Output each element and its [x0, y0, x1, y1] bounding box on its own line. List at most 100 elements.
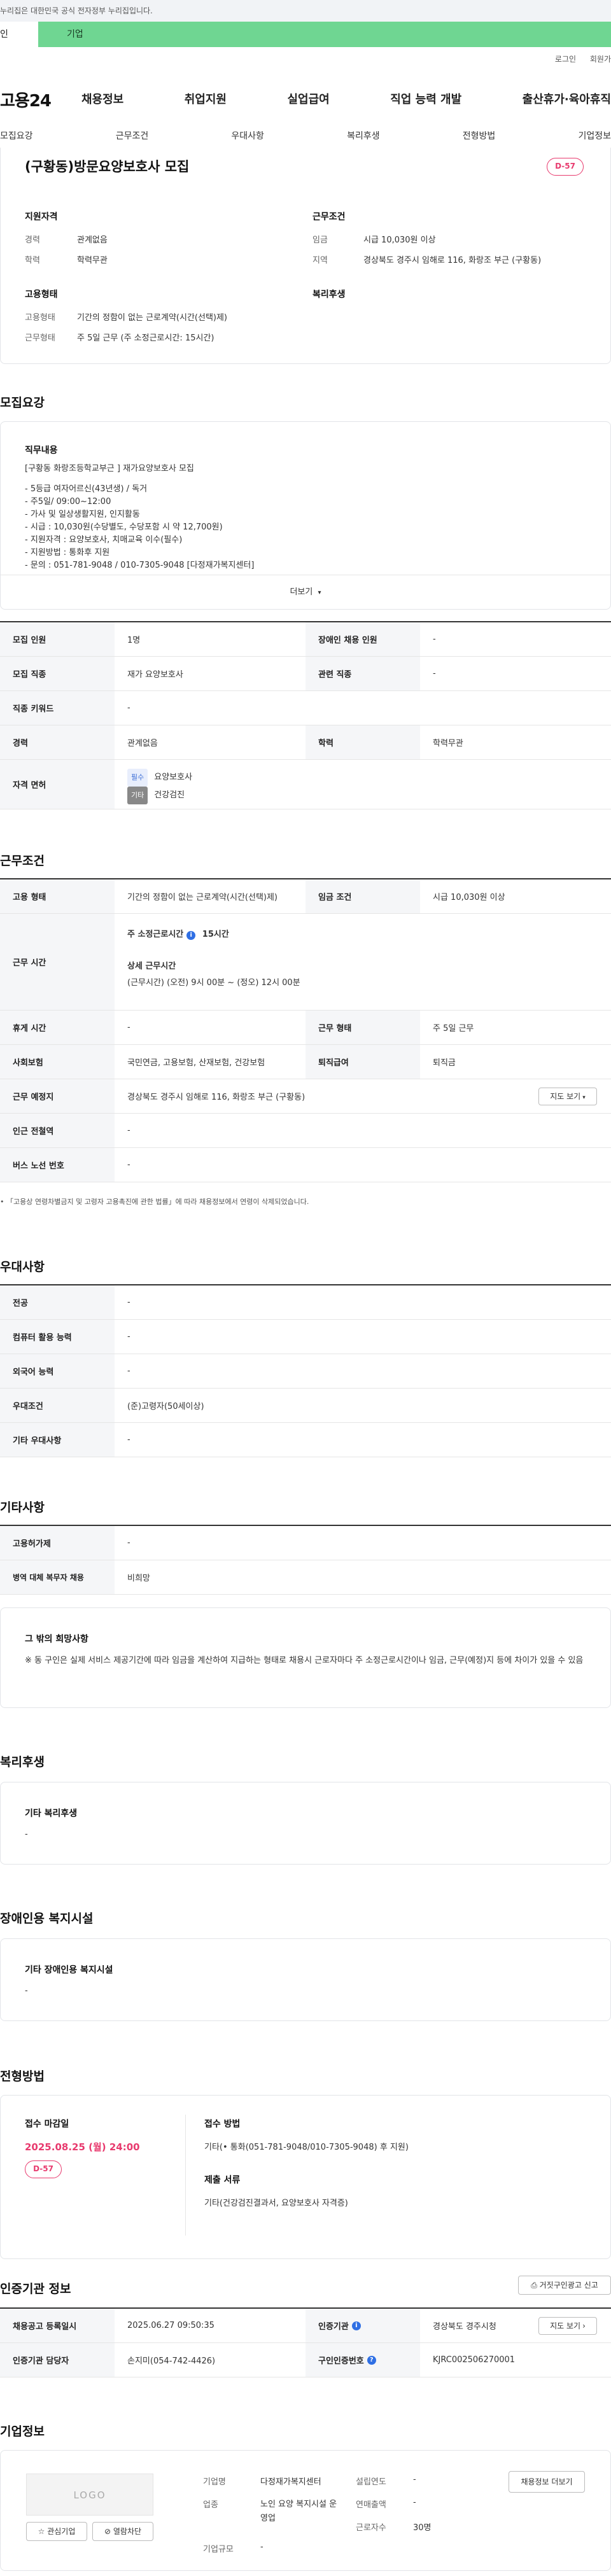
tab-welfare[interactable]: 복리후생: [347, 121, 380, 151]
login-link[interactable]: 로그인: [555, 55, 576, 64]
table-row: 버스 노선 번호 -: [0, 1148, 611, 1182]
computer-value: -: [127, 1332, 130, 1341]
license-list: 필수 요양보호사 기타 건강검진: [127, 769, 192, 804]
employment-type-label: 고용형태: [25, 313, 55, 323]
duty-line: - 5등급 여자어르신(43년생) / 독거: [25, 484, 148, 494]
star-icon: ☆: [38, 2527, 45, 2536]
info-icon[interactable]: ?: [367, 2355, 376, 2365]
major-label: 전공: [0, 1285, 115, 1319]
tab-work-conditions[interactable]: 근무조건: [116, 121, 149, 151]
dday-badge: D-57: [25, 2160, 62, 2178]
duty-heading: 직무내용: [25, 445, 58, 456]
block-company-button[interactable]: ⊘ 열람차단: [92, 2522, 153, 2541]
wish-text: ※ 동 구인은 실제 서비스 제공기간에 따라 임금을 계산하여 지급하는 형태…: [25, 1656, 584, 1665]
bus-value: -: [127, 1160, 130, 1170]
duty-line: - 가사 및 일상생활지원, 인지활동: [25, 510, 140, 519]
selection-divider: [185, 2115, 186, 2236]
more-button[interactable]: 더보기 ▾: [1, 575, 610, 609]
disabled-facility-value: -: [25, 1986, 28, 1996]
tab-selection[interactable]: 전형방법: [463, 121, 496, 151]
sales-value: -: [413, 2498, 416, 2507]
tab-individual[interactable]: 인: [0, 22, 25, 47]
station-label: 인근 전철역: [0, 1114, 115, 1147]
job-type-label: 모집 직종: [0, 657, 115, 690]
duty-text: [구황동 화랑조등학교부근 ] 재가요양보호사 모집 - 5등급 여자어르신(4…: [25, 463, 254, 572]
disabled-count-value: -: [433, 634, 436, 644]
disabled-count-label: 장애인 채용 인원: [306, 622, 420, 656]
favorite-company-button[interactable]: ☆ 관심기업: [26, 2522, 87, 2541]
job-type-value: 재가 요양보호사: [127, 670, 183, 680]
more-label: 더보기: [290, 587, 313, 597]
cert-table: 채용공고 등록일시 2025.06.27 09:50:35 인증기관 i 경상북도…: [0, 2307, 611, 2377]
employment-form-heading: 고용형태: [25, 290, 58, 300]
retirement-label: 퇴직급여: [306, 1045, 420, 1079]
tab-company[interactable]: 기업정보: [578, 121, 611, 151]
employment-type-value: 기간의 정함이 없는 근로계약(시간(선택)제): [127, 893, 278, 902]
pref-condition-label: 우대조건: [0, 1389, 115, 1422]
more-jobs-label: 채용정보 더보기: [521, 2477, 573, 2486]
age-notice: • 「고용상 연령차별금지 및 고령자 고용촉진에 관한 법률」에 따라 채용정…: [0, 1196, 309, 1207]
employment-permit-label: 고용허가제: [0, 1526, 115, 1560]
table-row: 직종 키워드 -: [0, 691, 611, 725]
disabled-facility-card: 기타 장애인용 복지시설 -: [0, 1938, 611, 2021]
license-item: 기타 건강검진: [127, 787, 192, 804]
work-hours-label: 근무 시간: [0, 914, 115, 1010]
related-job-label: 관련 직종: [306, 657, 420, 690]
method-value: 기타(• 통화(051-781-9048/010-7305-9048) 후 지원…: [204, 2143, 409, 2152]
related-job-value: -: [433, 669, 436, 678]
table-row: 인증기관 담당자 손지미(054-742-4426) 구인인증번호? KJRC0…: [0, 2343, 611, 2377]
required-chip: 필수: [127, 769, 148, 787]
wish-heading: 그 밖의 희망사항: [25, 1634, 88, 1644]
deadline-label: 접수 마감일: [25, 2119, 69, 2129]
tab-enterprise[interactable]: 기업: [38, 22, 611, 47]
wish-card: 그 밖의 희망사항 ※ 동 구인은 실제 서비스 제공기간에 따라 임금을 계산…: [0, 1607, 611, 1708]
pref-etc-value: -: [127, 1435, 130, 1445]
weekly-hours-label: 주 소정근로시간: [127, 930, 184, 939]
map-button-label: 지도 보기: [550, 1092, 581, 1101]
company-card: LOGO ☆ 관심기업 ⊘ 열람차단 기업명 다정재가복지센터 업종 노인 요양…: [0, 2450, 611, 2571]
tab-recruit[interactable]: 모집요강: [0, 121, 33, 151]
duty-line: [25, 475, 254, 483]
signup-link[interactable]: 회원가: [590, 55, 611, 64]
report-fake-ad-button[interactable]: ⎙ 거짓구인광고 신고: [518, 2276, 611, 2295]
workplace-label: 근무 예정지: [0, 1079, 115, 1113]
license-label: 자격 면허: [0, 760, 115, 809]
table-row: 근무 시간 주 소정근로시간 i 15시간 상세 근무시간 (근무시간) (오전)…: [0, 914, 611, 1011]
age-notice-text: 「고용상 연령차별금지 및 고령자 고용촉진에 관한 법률」에 따라 채용정보에…: [6, 1198, 309, 1206]
count-value: 1명: [127, 636, 141, 645]
duty-line: - 문의 : 051-781-9048 / 010-7305-9048 [다정재…: [25, 561, 255, 570]
company-logo-text: LOGO: [73, 2489, 106, 2501]
work-form-label: 근무 형태: [306, 1011, 420, 1044]
disabled-facility-heading: 장애인용 복지시설: [0, 1912, 94, 1926]
pref-etc-label: 기타 우대사항: [0, 1423, 115, 1457]
wage-value: 시급 10,030원 이상: [363, 235, 436, 245]
career-label: 경력: [0, 725, 115, 759]
career-label: 경력: [25, 235, 40, 245]
cert-map-button[interactable]: 지도 보기 ›: [538, 2317, 597, 2335]
site-logo[interactable]: 고용24: [0, 88, 52, 111]
chevron-right-icon: ›: [582, 2321, 586, 2330]
disabled-facility-sub-heading: 기타 장애인용 복지시설: [25, 1965, 113, 1975]
info-icon[interactable]: i: [351, 2321, 361, 2330]
cert-org-label-text: 인증기관: [318, 2322, 349, 2332]
employment-type-label: 고용 형태: [0, 879, 115, 913]
gnb-item-employment-support[interactable]: 취업지원: [185, 90, 227, 107]
info-icon[interactable]: i: [186, 931, 196, 940]
tab-preference[interactable]: 우대사항: [231, 121, 264, 151]
weekly-hours-value: 15시간: [202, 930, 229, 939]
gnb-item-leave[interactable]: 출산휴가·육아휴직: [523, 90, 611, 107]
map-button-label: 지도 보기: [550, 2321, 581, 2330]
employment-type-value: 기간의 정함이 없는 근로계약(시간(선택)제): [77, 313, 228, 323]
cert-number-label: 구인인증번호?: [306, 2343, 420, 2377]
license-name: 건강검진: [154, 790, 185, 800]
company-size-label: 기업규모: [203, 2545, 234, 2554]
gnb-item-unemployment[interactable]: 실업급여: [288, 90, 330, 107]
gnb-item-jobs[interactable]: 채용정보: [81, 90, 123, 107]
map-button[interactable]: 지도 보기 ▾: [538, 1088, 597, 1105]
gnb-item-training[interactable]: 직업 능력 개발: [390, 90, 461, 107]
more-jobs-button[interactable]: 채용정보 더보기: [509, 2471, 585, 2493]
count-label: 모집 인원: [0, 622, 115, 656]
retirement-value: 퇴직금: [433, 1058, 456, 1068]
employment-permit-value: -: [127, 1538, 130, 1548]
global-nav: 고용24 채용정보 취업지원 실업급여 직업 능력 개발 출산휴가·육아휴직: [0, 81, 611, 120]
